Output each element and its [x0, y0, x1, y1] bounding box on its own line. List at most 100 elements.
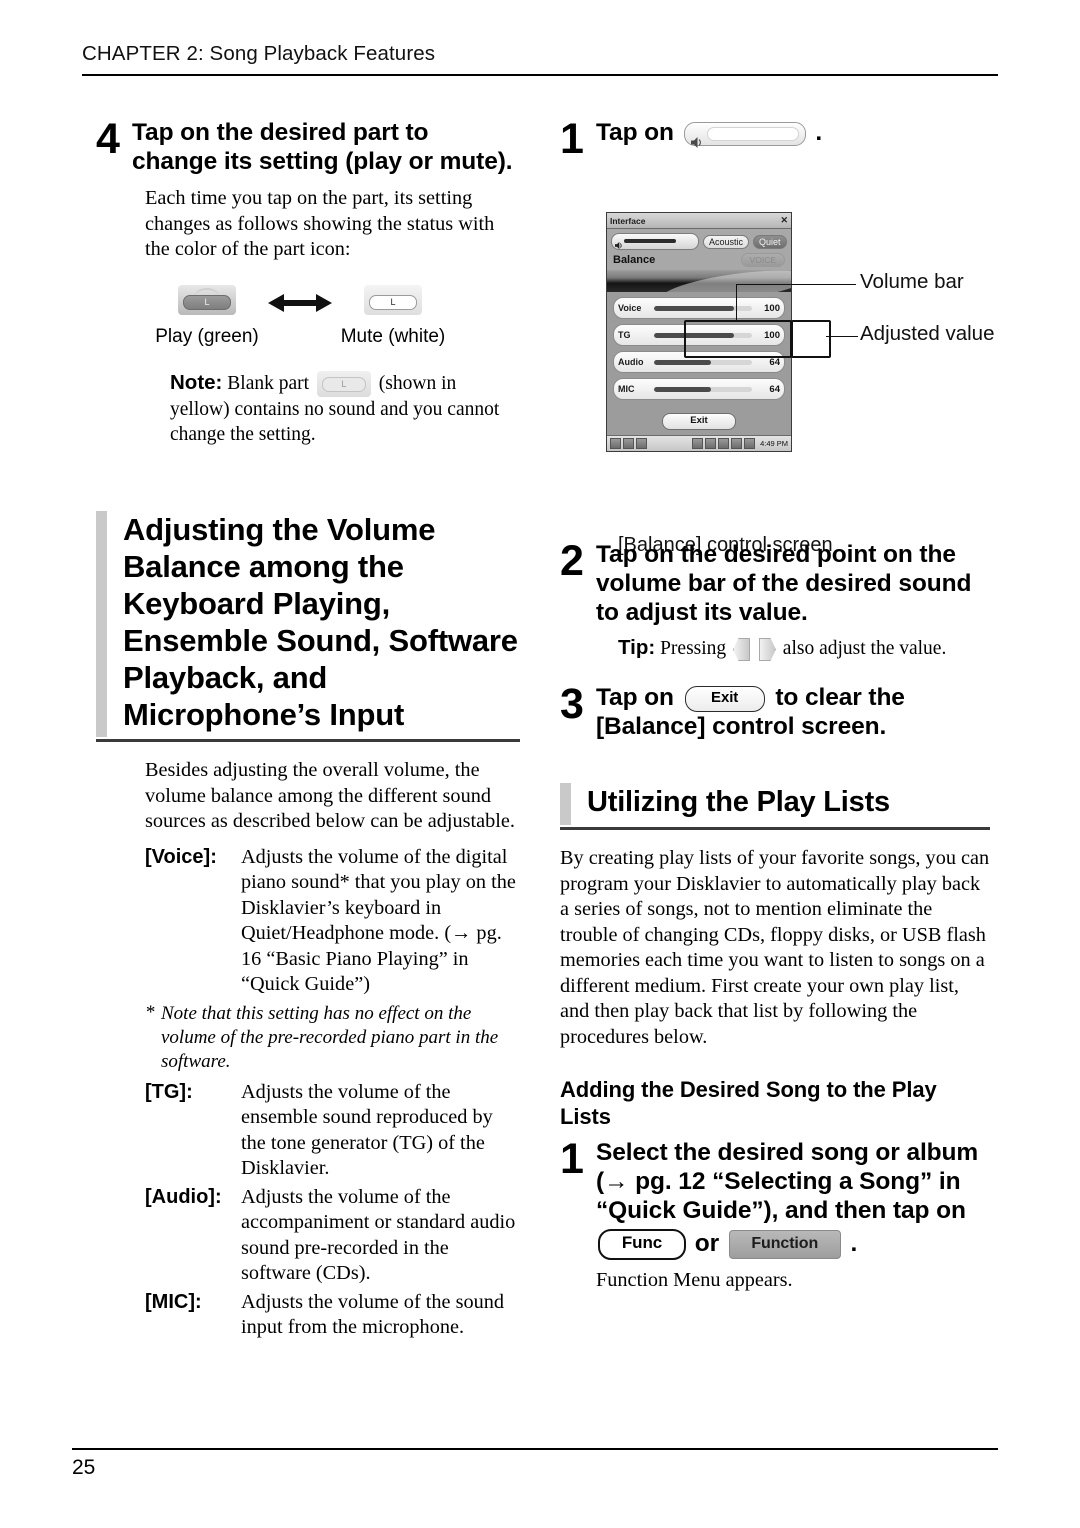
- exit-button-icon[interactable]: Exit: [684, 685, 765, 712]
- definition-row-voice: [Voice]: Adjusts the volume of the digit…: [145, 845, 520, 998]
- taskbar-right-icons: 4:49 PM: [692, 438, 788, 449]
- callout-adjusted-value: Adjusted value: [860, 322, 995, 345]
- device-exit-row: Exit: [607, 409, 791, 435]
- device-exit-button[interactable]: Exit: [662, 413, 736, 430]
- playlists-accent-bar: [560, 783, 571, 826]
- part-mute-pill: L: [369, 294, 417, 310]
- playlists-divider: [560, 827, 990, 831]
- taskbar-screen-icon[interactable]: [731, 438, 743, 449]
- mute-icon-caption: Mute (white): [340, 325, 446, 347]
- balance-control-screen: Interface ✕ Acoustic Quiet Balance VOICE…: [606, 212, 792, 452]
- playlists-title: Utilizing the Play Lists: [587, 786, 890, 819]
- adjust-tip: Tip: Pressing also adjust the value.: [618, 635, 990, 662]
- func-button-icon[interactable]: Func: [598, 1229, 686, 1261]
- playlists-step-1-line3: “Quick Guide”), and then tap on: [596, 1197, 966, 1225]
- arrow-left-button-icon[interactable]: [733, 638, 751, 662]
- definition-desc-tg: Adjusts the volume of the ensemble sound…: [241, 1080, 493, 1180]
- playlists-intro: By creating play lists of your favorite …: [560, 847, 990, 1048]
- definition-desc-audio: Adjusts the volume of the accompaniment …: [241, 1185, 516, 1285]
- taskbar-start-icon[interactable]: [610, 438, 621, 449]
- slider-voice-bar[interactable]: [654, 305, 752, 311]
- step-1-title: Tap on .: [596, 118, 990, 148]
- part-blank-icon: L: [316, 371, 371, 398]
- speaker-icon: [615, 237, 623, 250]
- voice-ghost-button[interactable]: VOICE: [740, 253, 785, 267]
- definition-term-voice: [Voice]:: [145, 845, 217, 868]
- slider-mic-name: MIC: [618, 384, 635, 394]
- slider-voice[interactable]: Voice 100: [613, 297, 785, 319]
- arrow-right-button-icon[interactable]: [758, 638, 776, 662]
- playlists-step-1-line2: (→ pg. 12 “Selecting a Song” in: [596, 1168, 961, 1196]
- slider-voice-value: 100: [764, 302, 780, 314]
- right-column: 1 Tap on . Interface ✕ Acoustic Quiet Ba…: [560, 118, 994, 1298]
- chapter-title: CHAPTER 2: Song Playback Features: [82, 42, 436, 65]
- tip-text-after: also adjust the value.: [782, 638, 947, 659]
- sound-source-definitions: [Voice]: Adjusts the volume of the digit…: [145, 845, 520, 1341]
- device-taskbar: 4:49 PM: [607, 435, 791, 451]
- definition-row-audio: [Audio]: Adjusts the volume of the accom…: [145, 1185, 520, 1287]
- step-4-title: Tap on the desired part to change its se…: [132, 119, 513, 175]
- part-blank-pill: L: [321, 377, 366, 393]
- step-3-title: Tap on Exit to clear the [Balance] contr…: [596, 683, 990, 741]
- playlists-step-1-line1: Select the desired song or album: [596, 1139, 979, 1167]
- device-second-row: Balance VOICE: [607, 252, 791, 270]
- balance-label: Balance: [613, 254, 656, 266]
- part-mute-icon: L: [364, 284, 422, 315]
- slider-voice-name: Voice: [618, 303, 642, 313]
- section-divider: [96, 739, 520, 743]
- mode-button-acoustic[interactable]: Acoustic: [703, 234, 750, 249]
- slider-audio-name: Audio: [618, 357, 644, 367]
- double-arrow-icon: [262, 292, 338, 314]
- page-header: CHAPTER 2: Song Playback Features: [82, 42, 998, 76]
- volume-bar-icon: [683, 121, 806, 148]
- volume-balance-section-heading: Adjusting the Volume Balance among the K…: [96, 511, 520, 743]
- device-sliders: Voice 100 TG 100 Audio 64 MIC 64: [607, 292, 791, 409]
- playlists-sub-head: Adding the Desired Song to the Play List…: [560, 1077, 937, 1130]
- leader-value-horizontal: [826, 336, 858, 337]
- taskbar-card-icon[interactable]: [718, 438, 730, 449]
- playlists-step-1-after: Function Menu appears.: [596, 1269, 793, 1292]
- taskbar-app-icon[interactable]: [636, 438, 647, 449]
- leader-volume-vertical: [736, 284, 737, 322]
- device-window-title: Interface: [610, 215, 646, 226]
- blank-part-note: Note: Blank part L (shown in yellow) con…: [170, 370, 520, 448]
- taskbar-lock-icon[interactable]: [692, 438, 704, 449]
- mute-icon-group: L Mute (white): [338, 284, 448, 348]
- playlists-section-heading: Utilizing the Play Lists: [560, 783, 990, 831]
- slider-audio[interactable]: Audio 64: [613, 351, 785, 373]
- close-icon[interactable]: ✕: [780, 216, 788, 225]
- device-master-volume-bar[interactable]: [611, 233, 699, 250]
- mode-button-quiet[interactable]: Quiet: [753, 234, 787, 249]
- taskbar-battery-icon[interactable]: [744, 438, 756, 449]
- manual-page: CHAPTER 2: Song Playback Features 4 Tap …: [0, 0, 1080, 1528]
- playlists-step-1-number: 1: [560, 1135, 584, 1184]
- taskbar-network-icon[interactable]: [705, 438, 717, 449]
- step-2-title: Tap on the desired point on the volume b…: [596, 541, 972, 626]
- callout-volume-bar: Volume bar: [860, 270, 964, 293]
- function-button-icon[interactable]: Function: [728, 1230, 841, 1260]
- definition-term-audio: [Audio]:: [145, 1185, 222, 1208]
- footnote-mark: *: [145, 1001, 155, 1023]
- step-1-title-before: Tap on: [596, 119, 674, 146]
- play-icon-caption: Play (green): [155, 325, 259, 347]
- part-play-pill: L: [183, 294, 231, 310]
- slider-tg-name: TG: [618, 330, 631, 340]
- slider-mic-bar[interactable]: [654, 386, 752, 392]
- slider-tg[interactable]: TG 100: [613, 324, 785, 346]
- slider-mic[interactable]: MIC 64: [613, 378, 785, 400]
- section-title: Adjusting the Volume Balance among the K…: [123, 512, 518, 733]
- taskbar-left-icons: [610, 438, 647, 449]
- taskbar-clock: 4:49 PM: [760, 439, 788, 448]
- slider-audio-bar[interactable]: [654, 359, 752, 365]
- definition-desc-voice: Adjusts the volume of the digital piano …: [241, 845, 516, 996]
- or-label: or: [694, 1230, 720, 1258]
- taskbar-device-icon[interactable]: [623, 438, 634, 449]
- footer-divider: [72, 1448, 998, 1450]
- section-intro: Besides adjusting the overall volume, th…: [145, 759, 515, 833]
- device-master-volume-fill: [624, 239, 676, 243]
- slider-tg-bar[interactable]: [654, 332, 752, 338]
- step-3-title-before: Tap on: [596, 684, 674, 712]
- footnote-text: Note that this setting has no effect on …: [161, 1002, 499, 1072]
- step-2-adjust: 2 Tap on the desired point on the volume…: [560, 540, 990, 627]
- page-number: 25: [72, 1456, 96, 1479]
